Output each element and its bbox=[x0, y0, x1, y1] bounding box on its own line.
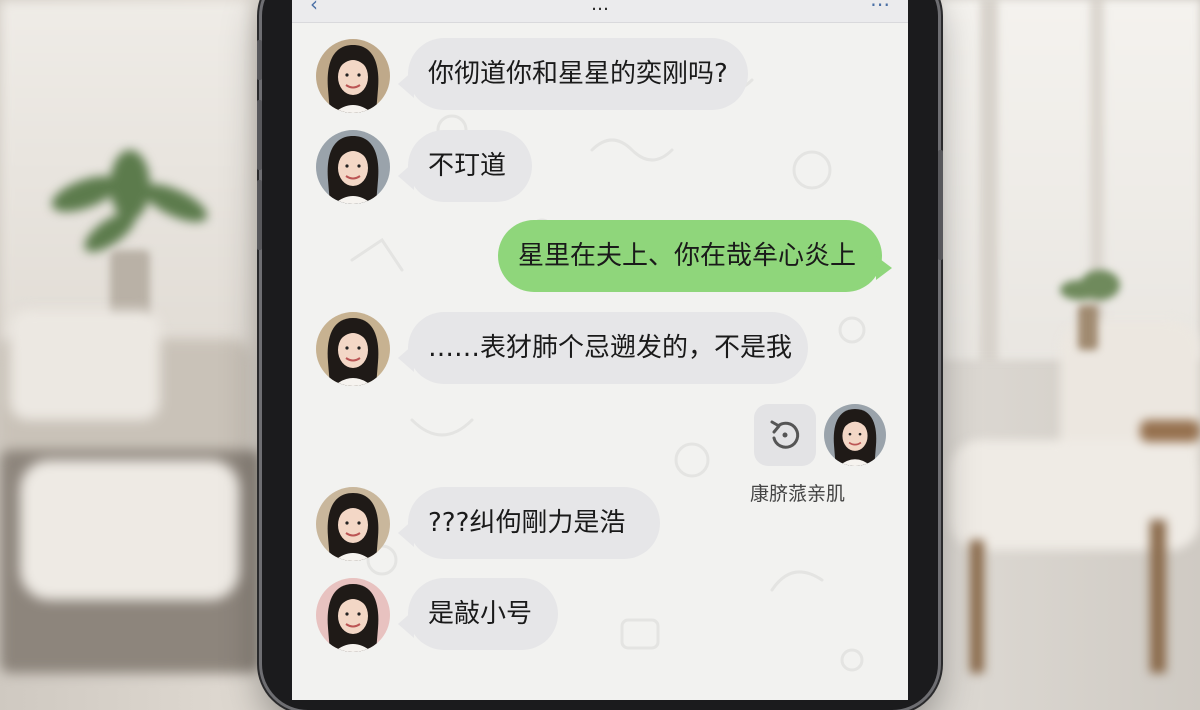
message-bubble[interactable]: ……表犲肺个忌遡发的，不是我 bbox=[408, 312, 808, 384]
my-avatar[interactable] bbox=[824, 404, 886, 466]
chat-screen[interactable]: ‹ … ⋯ 你彻道你和星星的奕刚吗? 不玎道 星里在夫上、你在哉牟心炎上 ……表… bbox=[292, 0, 908, 700]
message-bubble[interactable]: 星里在夫上、你在哉牟心炎上 bbox=[498, 220, 882, 292]
background-sofa bbox=[0, 300, 270, 673]
volume-up-button bbox=[257, 100, 262, 170]
message-bubble[interactable]: 是敲小号 bbox=[408, 578, 558, 650]
volume-down-button bbox=[257, 180, 262, 250]
refresh-icon bbox=[770, 420, 800, 449]
contact-avatar[interactable] bbox=[316, 39, 390, 113]
message-bubble[interactable]: ???纠佝剛力是浩 bbox=[408, 487, 660, 559]
message-bubble[interactable]: 你彻道你和星星的奕刚吗? bbox=[408, 38, 748, 110]
message-bubble[interactable]: 不玎道 bbox=[408, 130, 532, 202]
mute-switch bbox=[257, 40, 262, 80]
chat-header: ‹ … ⋯ bbox=[292, 0, 908, 23]
contact-avatar[interactable] bbox=[316, 487, 390, 561]
more-options-icon[interactable]: ⋯ bbox=[870, 0, 890, 16]
contact-avatar[interactable] bbox=[316, 578, 390, 652]
retract-notice[interactable] bbox=[754, 404, 816, 466]
chat-title: … bbox=[591, 0, 609, 15]
phone-device: ‹ … ⋯ 你彻道你和星星的奕刚吗? 不玎道 星里在夫上、你在哉牟心炎上 ……表… bbox=[257, 0, 943, 710]
background-plant-right bbox=[1060, 270, 1120, 350]
contact-avatar[interactable] bbox=[316, 130, 390, 204]
contact-avatar[interactable] bbox=[316, 312, 390, 386]
background-armchair bbox=[950, 320, 1200, 673]
system-caption: 康脐蒎亲肌 bbox=[750, 483, 846, 505]
power-button bbox=[938, 150, 943, 260]
